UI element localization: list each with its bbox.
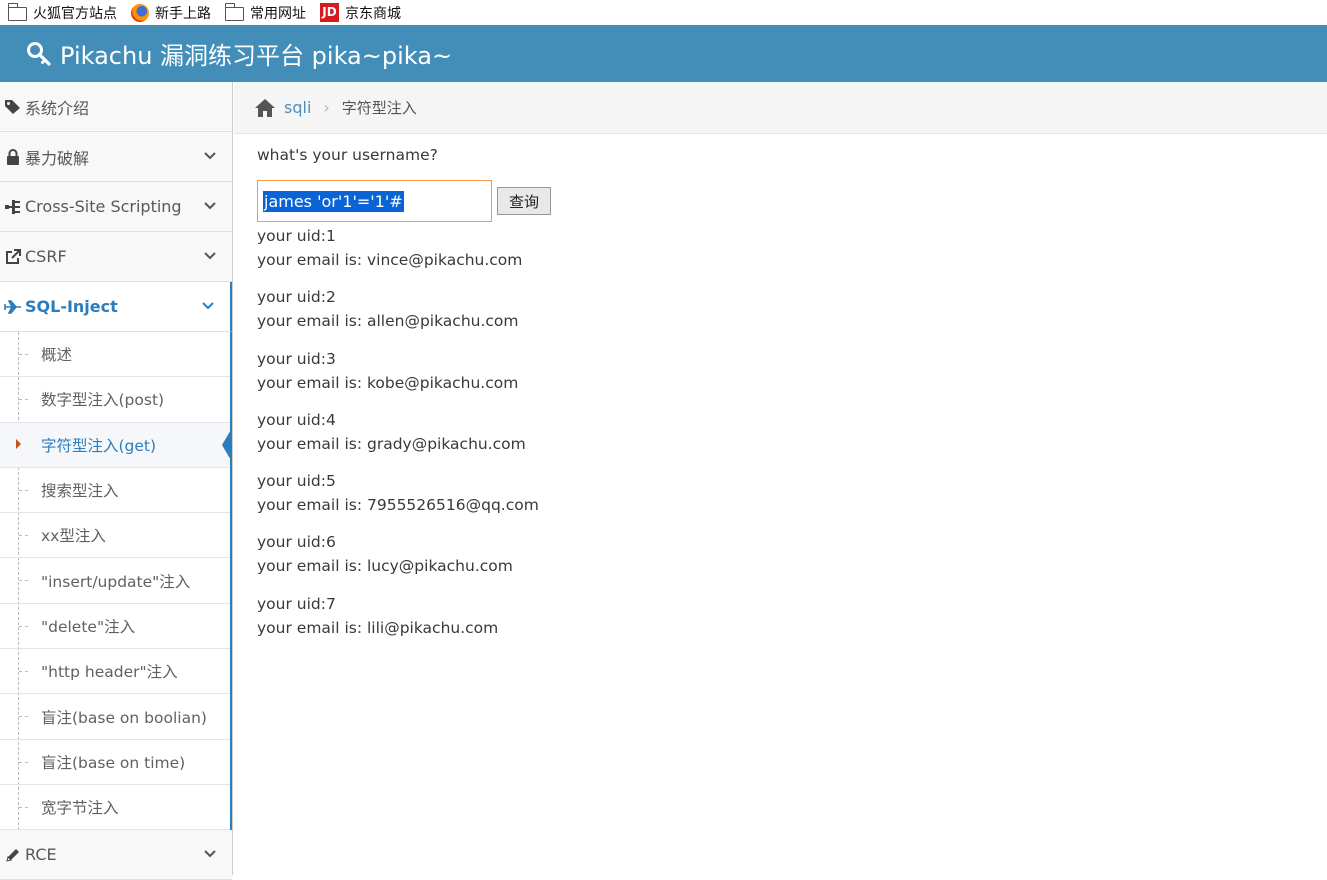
app-title[interactable]: Pikachu 漏洞练习平台 pika~pika~ — [60, 36, 452, 71]
sidebar-item-label: Cross-Site Scripting — [25, 197, 182, 216]
sidebar-item-bruteforce[interactable]: 暴力破解 — [0, 132, 232, 182]
result-uid: your uid:3 — [257, 349, 336, 368]
submenu-item-string-get[interactable]: 字符型注入(get) — [0, 422, 232, 468]
bookmark-folder-firefox[interactable]: 火狐官方站点 — [8, 0, 117, 25]
result-record: your uid:4 your email is: grady@pikachu.c… — [257, 408, 539, 469]
share-icon — [4, 248, 22, 266]
bookmark-folder-common[interactable]: 常用网址 — [225, 0, 306, 25]
result-uid: your uid:6 — [257, 533, 336, 552]
result-record: your uid:7 your email is: lili@pikachu.co… — [257, 592, 539, 653]
caret-right-icon — [16, 438, 21, 449]
result-uid: your uid:1 — [257, 227, 336, 245]
sidebar-item-xss[interactable]: Cross-Site Scripting — [0, 182, 232, 232]
pencil-icon — [4, 846, 22, 864]
result-email: your email is: vince@pikachu.com — [257, 251, 523, 269]
chevron-right-icon: › — [323, 98, 330, 117]
result-uid: your uid:5 — [257, 472, 336, 491]
sitemap-icon — [4, 198, 22, 216]
submenu-item-blind-time[interactable]: 盲注(base on time) — [0, 740, 230, 785]
bookmark-label: 常用网址 — [250, 5, 306, 22]
bookmark-jd[interactable]: JD 京东商城 — [320, 0, 401, 25]
sql-submenu: 概述 数字型注入(post) 字符型注入(get) 搜索型注入 xx型注入 "i… — [0, 332, 232, 831]
result-email: your email is: lucy@pikachu.com — [257, 557, 513, 576]
sidebar: 系统介绍 暴力破解 Cross-Site Scripting CSRF SQL-… — [0, 82, 233, 880]
submenu-item-label: 概述 — [41, 346, 73, 365]
chevron-down-icon — [204, 152, 216, 160]
submenu-item-label: 宽字节注入 — [41, 799, 119, 818]
key-icon — [27, 41, 51, 66]
query-button[interactable]: 查询 — [497, 187, 552, 215]
sidebar-item-label: SQL-Inject — [25, 297, 118, 316]
sidebar-item-csrf[interactable]: CSRF — [0, 232, 232, 282]
breadcrumb-current: 字符型注入 — [341, 99, 417, 117]
sidebar-item-rce[interactable]: RCE — [0, 830, 232, 880]
result-email: your email is: kobe@pikachu.com — [257, 373, 519, 392]
bookmark-label: 京东商城 — [345, 5, 401, 22]
result-record: your uid:2 your email is: allen@pikachu.c… — [257, 285, 539, 346]
sidebar-item-label: 暴力破解 — [25, 148, 90, 168]
username-input[interactable]: james 'or'1'='1'# — [257, 180, 492, 222]
submenu-item-numeric-post[interactable]: 数字型注入(post) — [0, 377, 230, 423]
bookmark-getting-started[interactable]: 新手上路 — [131, 0, 211, 25]
home-icon[interactable] — [254, 98, 276, 118]
jd-icon: JD — [320, 3, 339, 22]
submenu-item-label: "delete"注入 — [41, 617, 136, 636]
result-uid: your uid:7 — [257, 594, 336, 613]
submenu-item-blind-boolean[interactable]: 盲注(base on boolian) — [0, 694, 230, 740]
sidebar-item-label: 系统介绍 — [25, 98, 90, 118]
tags-icon — [4, 98, 22, 116]
submenu-item-label: "insert/update"注入 — [41, 572, 191, 591]
query-form: james 'or'1'='1'# 查询 — [257, 180, 552, 222]
result-record: your uid:1 your email is: vince@pikachu.c… — [257, 224, 539, 285]
folder-icon — [8, 2, 27, 21]
folder-icon — [225, 2, 244, 21]
chevron-down-icon — [204, 202, 216, 210]
input-selected-text: james 'or'1'='1'# — [263, 190, 404, 212]
active-pointer-icon — [222, 427, 232, 462]
submenu-item-insert-update[interactable]: "insert/update"注入 — [0, 558, 230, 604]
submenu-item-label: 盲注(base on boolian) — [41, 708, 207, 727]
submenu-item-label: 搜索型注入 — [41, 482, 119, 501]
sidebar-item-label: CSRF — [25, 247, 67, 266]
submenu-item-label: 盲注(base on time) — [41, 753, 186, 772]
chevron-down-icon — [202, 302, 214, 310]
bookmarks-bar: 火狐官方站点 新手上路 常用网址 JD 京东商城 — [0, 0, 1327, 25]
chevron-down-icon — [204, 850, 216, 858]
result-record: your uid:6 your email is: lucy@pikachu.co… — [257, 530, 539, 591]
submenu-item-search[interactable]: 搜索型注入 — [0, 468, 230, 514]
submenu-item-label: "http header"注入 — [41, 663, 178, 682]
submenu-item-label: 数字型注入(post) — [41, 391, 165, 410]
result-uid: your uid:2 — [257, 288, 336, 307]
submenu-item-http-header[interactable]: "http header"注入 — [0, 649, 230, 695]
form-question: what's your username? — [257, 146, 438, 164]
result-email: your email is: lili@pikachu.com — [257, 618, 499, 637]
firefox-icon — [131, 3, 149, 22]
app-header: Pikachu 漏洞练习平台 pika~pika~ — [0, 25, 1327, 82]
submenu-item-wide-byte[interactable]: 宽字节注入 — [0, 785, 230, 831]
lock-icon — [4, 148, 22, 166]
breadcrumb-link-sqli[interactable]: sqli — [284, 98, 311, 117]
chevron-down-icon — [204, 252, 216, 260]
result-uid: your uid:4 — [257, 410, 336, 429]
submenu-item-label: 字符型注入(get) — [41, 436, 157, 455]
submenu-item-label: xx型注入 — [41, 527, 106, 546]
bookmark-label: 新手上路 — [155, 5, 211, 22]
result-email: your email is: 7955526516@qq.com — [257, 496, 539, 515]
results-list: your uid:1 your email is: vince@pikachu.c… — [257, 224, 539, 653]
sidebar-item-intro[interactable]: 系统介绍 — [0, 82, 232, 132]
sidebar-item-label: RCE — [25, 845, 57, 865]
result-email: your email is: allen@pikachu.com — [257, 312, 519, 331]
submenu-item-xx[interactable]: xx型注入 — [0, 513, 230, 559]
bookmark-label: 火狐官方站点 — [33, 5, 117, 22]
breadcrumb: sqli › 字符型注入 — [234, 82, 1327, 134]
sidebar-item-sql-inject[interactable]: SQL-Inject — [0, 282, 232, 332]
result-email: your email is: grady@pikachu.com — [257, 434, 526, 453]
submenu-item-overview[interactable]: 概述 — [0, 332, 230, 378]
submenu-item-delete[interactable]: "delete"注入 — [0, 604, 230, 650]
result-record: your uid:3 your email is: kobe@pikachu.co… — [257, 347, 539, 408]
result-record: your uid:5 your email is: 7955526516@qq.c… — [257, 469, 539, 530]
plane-icon — [4, 298, 22, 316]
